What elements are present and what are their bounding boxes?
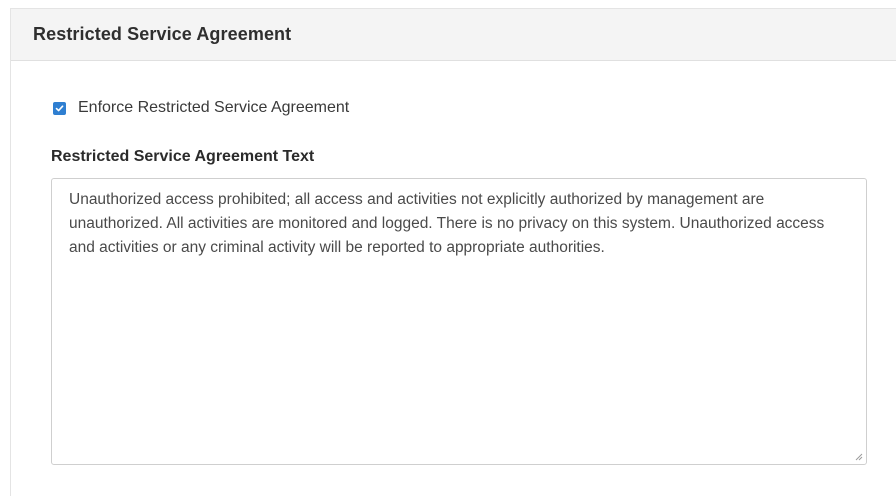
enforce-agreement-label: Enforce Restricted Service Agreement xyxy=(78,99,350,116)
agreement-text-value: Unauthorized access prohibited; all acce… xyxy=(69,191,825,256)
restricted-service-agreement-panel: Restricted Service Agreement Enforce Res… xyxy=(10,8,896,496)
panel-header: Restricted Service Agreement xyxy=(11,9,896,61)
enforce-agreement-checkbox[interactable] xyxy=(53,101,66,115)
agreement-text-label: Restricted Service Agreement Text xyxy=(51,148,315,165)
resize-handle-icon[interactable] xyxy=(854,452,863,461)
enforce-agreement-option[interactable]: Enforce Restricted Service Agreement xyxy=(53,99,349,117)
panel-title: Restricted Service Agreement xyxy=(33,24,292,44)
agreement-text-field[interactable]: Unauthorized access prohibited; all acce… xyxy=(51,178,867,465)
checkmark-icon xyxy=(55,104,64,111)
